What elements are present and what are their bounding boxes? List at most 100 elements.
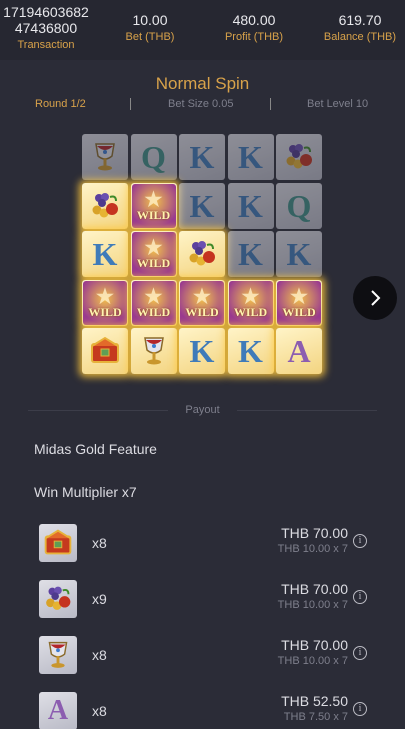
divider (270, 98, 271, 110)
wild-label: WILD (88, 304, 122, 319)
reel-cell: ★ WILD (179, 279, 225, 326)
letter-k-icon: K (189, 333, 215, 369)
chevron-right-icon (371, 290, 381, 306)
payout-count: x8 (92, 647, 107, 663)
header-bar: 17194603682 47436800 Transaction 10.00 B… (0, 0, 405, 60)
wild-label: WILD (233, 304, 268, 319)
fruit-icon (42, 583, 74, 615)
balance-value: 619.70 (338, 12, 382, 28)
wild-icon: ★ WILD (83, 280, 127, 325)
spin-info-row: Round 1/2 Bet Size 0.05 Bet Level 10 (0, 98, 405, 112)
payout-calculation: THB 10.00 x 7 (277, 655, 348, 667)
spin-title: Normal Spin (155, 74, 250, 93)
payout-count: x8 (92, 535, 107, 551)
goblet-icon (137, 334, 171, 368)
divider (130, 98, 131, 110)
feature-label: Midas Gold Feature (34, 441, 157, 457)
payout-symbol (39, 580, 77, 618)
payout-symbol (39, 636, 77, 674)
wild-label: WILD (136, 256, 171, 270)
reel-cell: Q (130, 134, 177, 180)
payout-count: x8 (92, 703, 107, 719)
bet-label: Bet (THB) (125, 31, 175, 43)
payout-amount: THB 52.50 (281, 693, 348, 709)
transaction-label: Transaction (17, 39, 75, 51)
wild-icon: ★ WILD (180, 280, 224, 325)
reel-cell: ★ WILD (130, 182, 177, 229)
reel-cell: K (227, 328, 274, 374)
reel-cell: K (179, 182, 225, 229)
transaction-block: 17194603682 47436800 Transaction (0, 4, 92, 64)
reel-cell: ★ WILD (227, 279, 274, 326)
payout-calculation: THB 10.00 x 7 (277, 543, 348, 555)
payout-symbol: A (39, 692, 77, 729)
payout-label: Payout (185, 404, 220, 416)
goblet-icon (42, 639, 74, 671)
letter-k-icon: K (238, 139, 263, 175)
chest-icon (42, 527, 74, 559)
reel-cell: A (276, 328, 322, 374)
reel-cell: K (179, 328, 225, 374)
reel-cell: ★ WILD (130, 231, 177, 277)
reel-cell: K (276, 231, 322, 277)
balance-block: 619.70 Balance (THB) (316, 12, 404, 72)
payout-row: x9 THB 70.00 THB 10.00 x 7 i (0, 577, 405, 621)
reel-cell (179, 231, 225, 277)
letter-a-icon: A (287, 333, 311, 369)
fruit-icon (88, 189, 122, 223)
wild-icon: ★ WILD (131, 280, 176, 325)
letter-k-icon: K (238, 236, 263, 272)
reel-grid: Q K K ★ WILD K K Q K ★ WILD K K ★ WILD ★ WILD ★ WILD ★ WILD ★… (82, 134, 322, 374)
profit-label: Profit (THB) (224, 31, 284, 43)
balance-label: Balance (THB) (323, 31, 397, 43)
reel-cell: K (227, 182, 274, 229)
next-spin-button[interactable] (353, 276, 397, 320)
payout-symbol (39, 524, 77, 562)
reel-cell: ★ WILD (130, 279, 177, 326)
letter-k-icon: K (238, 187, 263, 224)
info-icon[interactable]: i (353, 702, 367, 716)
bet-value: 10.00 (132, 12, 168, 28)
profit-value: 480.00 (232, 12, 276, 28)
payout-row: x8 THB 70.00 THB 10.00 x 7 i (0, 633, 405, 677)
round-indicator: Round 1/2 (35, 98, 86, 110)
payout-row: Ax8 THB 52.50 THB 7.50 x 7 i (0, 689, 405, 729)
bet-size: Bet Size 0.05 (168, 98, 234, 110)
reel-cell: K (179, 134, 225, 180)
reel-cell: K (227, 231, 274, 277)
letter-k-icon: K (238, 333, 263, 369)
multiplier-label: Win Multiplier x7 (34, 484, 137, 500)
letter-q-icon: Q (141, 139, 166, 175)
transaction-id: 17194603682 47436800 (3, 4, 89, 36)
reel-cell: K (82, 231, 128, 277)
info-icon[interactable]: i (353, 534, 367, 548)
reel-cell: K (227, 134, 274, 180)
letter-k-icon: K (189, 187, 215, 224)
wild-icon: ★ WILD (228, 280, 273, 325)
reel-cell: ★ WILD (276, 279, 322, 326)
payout-amount: THB 70.00 (281, 525, 348, 541)
payout-amount: THB 70.00 (281, 637, 348, 653)
chest-icon (88, 334, 122, 368)
reel-cell (82, 182, 128, 229)
letter-k-icon: K (286, 236, 312, 272)
reel-cell (82, 328, 128, 374)
wild-icon: ★ WILD (131, 183, 176, 228)
reel-cell: Q (276, 182, 322, 229)
reel-cell (82, 134, 128, 180)
wild-label: WILD (185, 304, 219, 319)
wild-icon: ★ WILD (131, 232, 176, 276)
wild-label: WILD (136, 304, 171, 319)
fruit-icon (282, 140, 316, 174)
goblet-icon (88, 140, 122, 174)
letter-a-icon: A (47, 695, 69, 726)
fruit-icon (185, 237, 219, 271)
info-icon[interactable]: i (353, 590, 367, 604)
payout-row: x8 THB 70.00 THB 10.00 x 7 i (0, 521, 405, 565)
letter-k-icon: K (92, 236, 118, 272)
info-icon[interactable]: i (353, 646, 367, 660)
payout-calculation: THB 7.50 x 7 (283, 711, 348, 723)
wild-label: WILD (282, 304, 316, 319)
bet-level: Bet Level 10 (307, 98, 369, 110)
payout-amount: THB 70.00 (281, 581, 348, 597)
